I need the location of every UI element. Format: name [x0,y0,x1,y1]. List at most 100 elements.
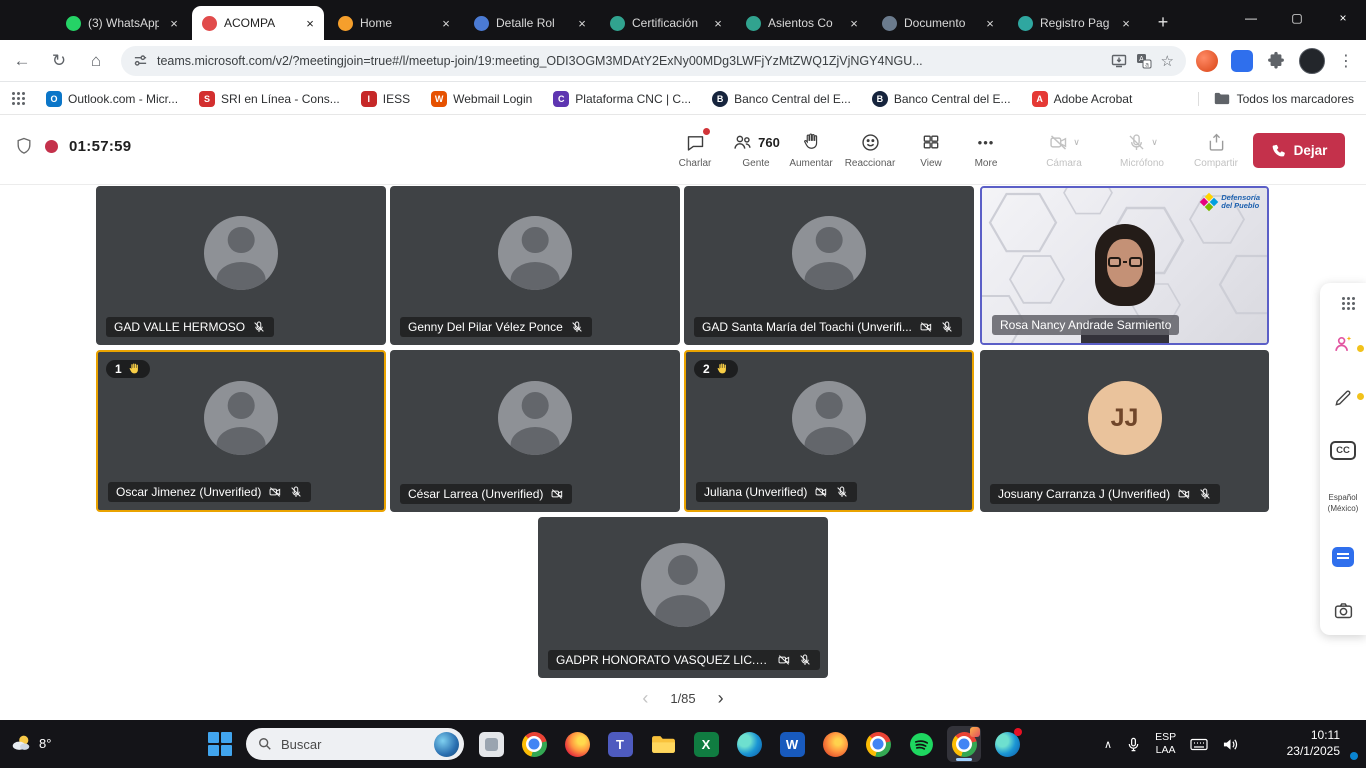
translate-icon[interactable]: A a [1136,53,1152,69]
taskbar-chrome-2[interactable] [861,726,895,762]
bookmark-sri[interactable]: S SRI en Línea - Cons... [199,91,340,107]
site-settings-icon[interactable] [133,53,148,68]
tab-detalle-rol[interactable]: Detalle Rol × [464,6,596,40]
participant-tile[interactable]: JJ Josuany Carranza J (Unverified) [980,350,1269,512]
taskbar-excel[interactable]: X [689,726,723,762]
camera-button[interactable]: ∨ Cámara [1028,130,1100,169]
bookmark-label: Adobe Acrobat [1054,92,1133,106]
tab-close-icon[interactable]: × [710,15,726,31]
all-bookmarks-button[interactable]: Todos los marcadores [1198,92,1354,106]
participant-tile[interactable]: GAD VALLE HERMOSO [96,186,386,345]
install-app-icon[interactable] [1111,53,1127,69]
taskbar-spotify[interactable] [904,726,938,762]
apps-grid-icon[interactable] [12,92,15,95]
address-bar[interactable]: teams.microsoft.com/v2/?meetingjoin=true… [121,46,1186,76]
bookmark-banco-2[interactable]: B Banco Central del E... [872,91,1011,107]
language-indicator[interactable]: ESPLAA [1155,731,1176,756]
page-next-icon[interactable]: › [718,688,724,709]
speaker-icon[interactable] [1222,737,1239,752]
participant-tile-raised-hand[interactable]: 1 Oscar Jimenez (Unverified) [96,350,386,512]
start-button[interactable] [208,732,232,756]
new-tab-button[interactable]: + [1150,9,1176,35]
bookmark-cnc[interactable]: C Plataforma CNC | C... [553,91,691,107]
profile-avatar[interactable] [1299,48,1325,74]
bookmark-star-icon[interactable]: ☆ [1161,52,1174,70]
mic-button[interactable]: ∨ Micrófono [1104,130,1180,169]
bookmark-banco-1[interactable]: B Banco Central del E... [712,91,851,107]
bookmark-adobe[interactable]: A Adobe Acrobat [1032,91,1133,107]
chat-button[interactable]: Charlar [666,130,724,169]
participant-tile[interactable]: Genny Del Pilar Vélez Ponce [390,186,680,345]
tab-close-icon[interactable]: × [846,15,862,31]
url-text[interactable]: teams.microsoft.com/v2/?meetingjoin=true… [157,54,1093,68]
bookmark-iess[interactable]: I IESS [361,91,410,107]
mic-label: Micrófono [1120,158,1164,169]
page-prev-icon[interactable]: ‹ [642,688,648,709]
browser-menu-icon[interactable]: ⋮ [1338,51,1354,71]
tab-close-icon[interactable]: × [302,15,318,31]
taskbar-edge[interactable] [732,726,766,762]
tray-chevron-icon[interactable]: ∧ [1104,738,1112,751]
subtitles-icon[interactable] [1332,547,1354,567]
extension-icon-2[interactable] [1231,50,1253,72]
participant-tile[interactable]: GAD Santa María del Toachi (Unverifi... [684,186,974,345]
leave-button[interactable]: Dejar [1253,133,1345,168]
effects-person-icon[interactable] [1332,333,1354,355]
share-button[interactable]: Compartir [1186,130,1246,169]
react-button[interactable]: Reaccionar [840,130,900,169]
screenshot-camera-icon[interactable] [1333,600,1354,621]
camera-chevron-icon[interactable]: ∨ [1073,137,1080,148]
active-speaker-tile[interactable]: Defensoríadel Pueblo Rosa Nancy Andrade … [980,186,1269,345]
taskbar-teams[interactable]: T [603,726,637,762]
closed-captions-icon[interactable]: CC [1330,441,1356,460]
bookmark-webmail[interactable]: W Webmail Login [431,91,532,107]
touch-keyboard-icon[interactable] [1190,737,1208,752]
hand-order-number: 1 [115,362,122,376]
mic-chevron-icon[interactable]: ∨ [1151,137,1158,148]
maximize-button[interactable]: ▢ [1274,0,1320,36]
clock[interactable]: 10:11 23/1/2025 [1287,720,1340,768]
more-button[interactable]: ••• More [958,130,1014,169]
people-button[interactable]: 760 Gente [724,130,788,169]
tab-close-icon[interactable]: × [1118,15,1134,31]
extensions-puzzle-icon[interactable] [1266,51,1286,71]
tab-close-icon[interactable]: × [166,15,182,31]
raise-hand-button[interactable]: Aumentar [782,130,840,169]
bookmark-favicon: B [712,91,728,107]
tab-home[interactable]: Home × [328,6,460,40]
reload-icon[interactable]: ↻ [44,46,74,76]
participant-tile-raised-hand[interactable]: 2 Juliana (Unverified) [684,350,974,512]
back-icon[interactable]: ← [7,46,37,76]
taskbar-search[interactable]: Buscar [246,728,464,760]
taskbar-edge-notification[interactable] [990,726,1024,762]
share-icon [1206,132,1227,153]
home-icon[interactable]: ⌂ [81,46,111,76]
tab-close-icon[interactable]: × [574,15,590,31]
taskbar-word[interactable]: W [775,726,809,762]
weather-widget[interactable]: 8° [10,732,51,754]
tab-close-icon[interactable]: × [438,15,454,31]
taskbar-chrome-active[interactable] [947,726,981,762]
tab-acompa-active[interactable]: ACOMPA × [192,6,324,40]
tab-registro[interactable]: Registro Pag × [1008,6,1140,40]
tray-mic-icon[interactable] [1126,737,1141,752]
tab-close-icon[interactable]: × [982,15,998,31]
participant-tile[interactable]: César Larrea (Unverified) [390,350,680,512]
taskbar-firefox-2[interactable] [818,726,852,762]
taskbar-firefox[interactable] [560,726,594,762]
taskbar-app-1[interactable] [474,726,508,762]
tab-certificacion[interactable]: Certificación × [600,6,732,40]
tab-whatsapp[interactable]: (3) WhatsApp × [56,6,188,40]
taskbar-file-explorer[interactable] [646,726,680,762]
tab-asientos[interactable]: Asientos Co × [736,6,868,40]
extension-icon-1[interactable] [1196,50,1218,72]
pen-icon[interactable] [1333,388,1353,408]
tab-documento[interactable]: Documento × [872,6,1004,40]
apps-grid-icon[interactable] [1342,297,1345,300]
taskbar-chrome[interactable] [517,726,551,762]
bookmark-outlook[interactable]: O Outlook.com - Micr... [46,91,178,107]
view-button[interactable]: View [902,130,960,169]
close-window-button[interactable]: × [1320,0,1366,36]
minimize-button[interactable]: — [1228,0,1274,36]
participant-tile[interactable]: GADPR HONORATO VASQUEZ LIC. VI... [538,517,828,678]
